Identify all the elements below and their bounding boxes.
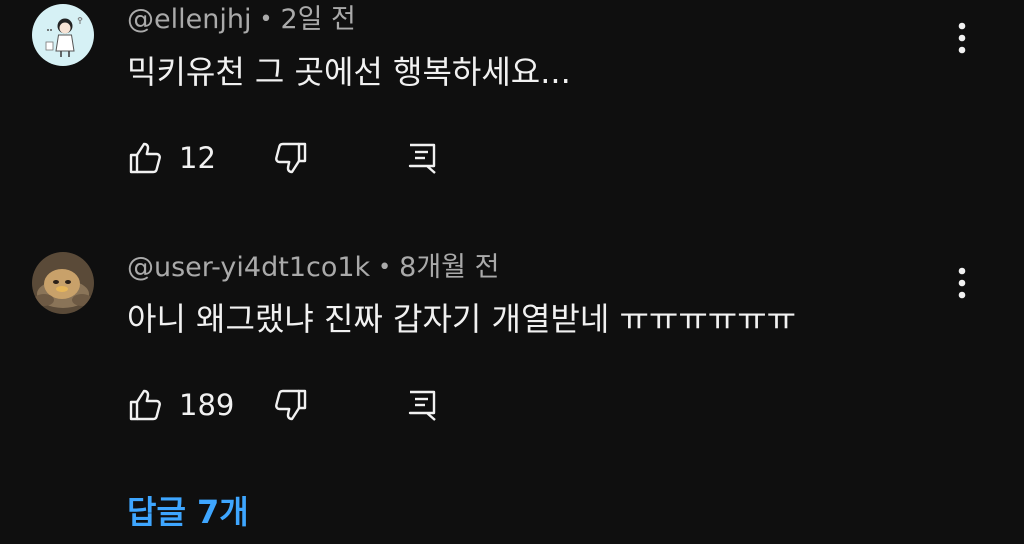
- author-name[interactable]: @user-yi4dt1co1k: [127, 252, 370, 283]
- more-actions-button[interactable]: [948, 263, 976, 303]
- comment-meta: @ellenjhj • 2일 전: [127, 2, 356, 40]
- comment-time[interactable]: 2일 전: [280, 4, 355, 35]
- separator-dot: •: [259, 7, 273, 32]
- view-replies-button[interactable]: 답글 7개: [127, 490, 249, 534]
- avatar[interactable]: [32, 252, 94, 314]
- thumbs-down-icon: [275, 142, 307, 174]
- reply-icon: [408, 390, 436, 421]
- like-count: 12: [179, 141, 216, 175]
- more-actions-button[interactable]: [948, 18, 976, 58]
- dislike-button[interactable]: [273, 136, 309, 180]
- like-button[interactable]: 189: [127, 383, 234, 427]
- reply-button[interactable]: [405, 383, 441, 427]
- comment-actions: 12: [127, 136, 467, 180]
- author-name[interactable]: @ellenjhj: [127, 4, 251, 35]
- cartoon-girl-avatar-icon: [32, 4, 94, 66]
- separator-dot: •: [378, 255, 392, 280]
- reply-icon: [408, 143, 436, 174]
- comment-meta: @user-yi4dt1co1k • 8개월 전: [127, 250, 499, 288]
- comment-time[interactable]: 8개월 전: [399, 252, 499, 283]
- like-count: 189: [179, 388, 235, 422]
- like-button[interactable]: 12: [127, 136, 216, 180]
- thumbs-up-icon: [129, 389, 161, 421]
- comment-text: 아니 왜그랬냐 진짜 갑자기 개열받네 ㅠㅠㅠㅠㅠㅠ: [127, 300, 797, 338]
- plush-toy-avatar-icon: [32, 252, 94, 314]
- avatar[interactable]: [32, 4, 94, 66]
- comment-text: 믹키유천 그 곳에선 행복하세요...: [127, 53, 571, 91]
- more-vertical-icon: [958, 22, 966, 54]
- thumbs-down-icon: [275, 389, 307, 421]
- more-vertical-icon: [958, 267, 966, 299]
- reply-button[interactable]: [405, 136, 441, 180]
- thumbs-up-icon: [129, 142, 161, 174]
- dislike-button[interactable]: [273, 383, 309, 427]
- comment-actions: 189: [127, 383, 467, 427]
